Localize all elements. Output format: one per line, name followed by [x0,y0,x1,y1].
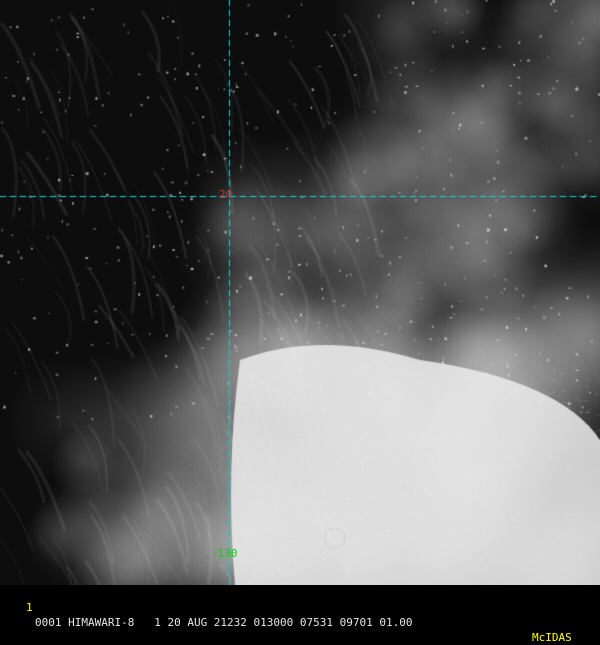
latitude-label: 20 [219,188,233,201]
mcidas-logo: McIDAS [532,631,572,644]
longitude-label: -130 [211,547,238,560]
frame-number: 1 [26,601,33,614]
satellite-image [0,0,600,585]
image-info-text: 0001 HIMAWARI-8 1 20 AUG 21232 013000 07… [35,616,413,629]
status-bar: 1 0001 HIMAWARI-8 1 20 AUG 21232 013000 … [0,585,600,644]
